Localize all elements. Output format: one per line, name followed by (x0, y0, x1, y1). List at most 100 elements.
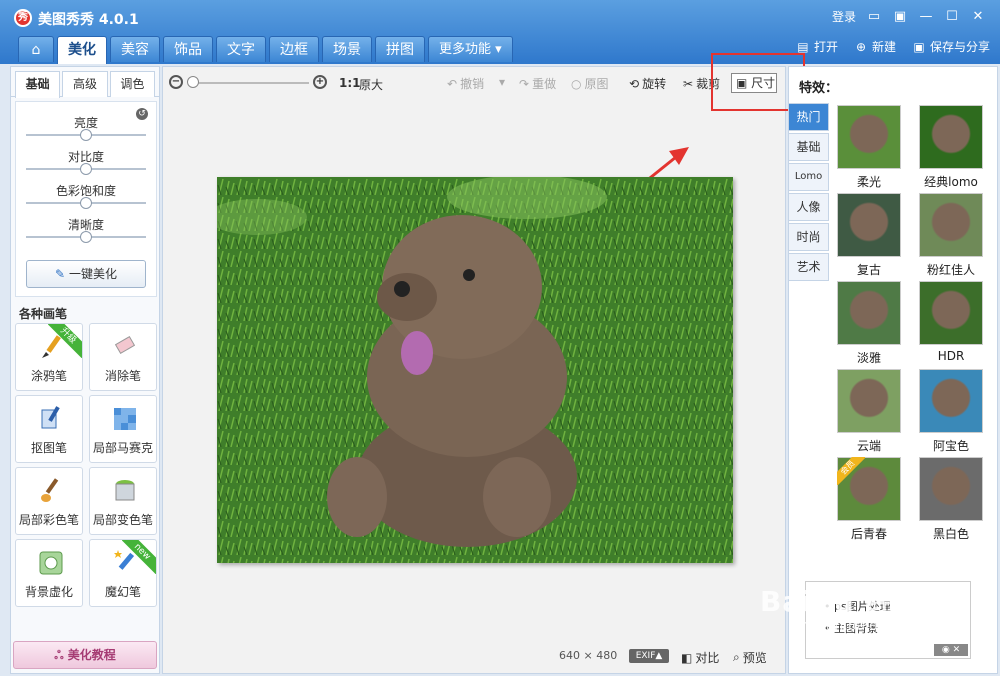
mosaic-pen-label: 局部马赛克 (92, 441, 153, 455)
app-logo-icon: 秀 (14, 9, 32, 27)
rotate-button[interactable]: ⟲ 旋转 (629, 75, 666, 92)
original-size-button[interactable]: 原大 (359, 76, 383, 93)
effect-item[interactable]: 柔光 (831, 105, 907, 193)
effect-thumbnail[interactable] (837, 105, 901, 169)
new-button[interactable]: ⊕ 新建 (854, 38, 896, 55)
save-share-button[interactable]: ▣ 保存与分享 (912, 38, 990, 55)
magic-pen[interactable]: new 魔幻笔 (89, 539, 157, 607)
background-blur-pen[interactable]: 背景虚化 (15, 539, 83, 607)
effect-item[interactable]: 经典lomo (913, 105, 989, 193)
login-link[interactable]: 登录 (832, 8, 856, 25)
effect-label: 复古 (856, 263, 881, 277)
main-nav: ⌂ 美化 美容 饰品 文字 边框 场景 拼图 更多功能 ▾ (18, 36, 513, 64)
effect-thumbnail[interactable] (837, 369, 901, 433)
effect-thumbnail[interactable] (837, 281, 901, 345)
ad-close-icon[interactable]: ◉ ✕ (934, 644, 968, 656)
zoom-slider[interactable] (191, 82, 309, 84)
undo-button[interactable]: ↶ 撤销 (447, 75, 484, 92)
zoom-in-icon[interactable]: + (313, 75, 327, 89)
upgrade-badge: 升级 (48, 324, 82, 358)
effect-item[interactable]: 淡雅 (831, 281, 907, 369)
undo-dropdown[interactable]: ▾ (499, 75, 505, 89)
contrast-knob[interactable] (80, 163, 92, 175)
tab-text[interactable]: 文字 (216, 36, 266, 62)
home-tab[interactable]: ⌂ (18, 36, 54, 62)
sharpness-knob[interactable] (80, 231, 92, 243)
effect-thumbnail[interactable] (919, 281, 983, 345)
top-actions: ▤ 打开 ⊕ 新建 ▣ 保存与分享 (796, 38, 990, 55)
subtab-advanced[interactable]: 高级 (62, 71, 108, 97)
effect-thumbnail[interactable] (919, 457, 983, 521)
one-key-beautify-button[interactable]: ✎ 一键美化 (26, 260, 146, 288)
tab-more[interactable]: 更多功能 ▾ (428, 36, 513, 62)
tab-collage[interactable]: 拼图 (375, 36, 425, 62)
beautify-tutorial-button[interactable]: ஃ 美化教程 (13, 641, 157, 669)
category-art[interactable]: 艺术 (789, 253, 829, 281)
maximize-icon[interactable]: ☐ (944, 9, 960, 25)
effect-item[interactable]: 会员 后青春 (831, 457, 907, 545)
effect-item[interactable]: 黑白色 (913, 457, 989, 545)
effect-thumbnail[interactable] (919, 369, 983, 433)
effect-label: 后青春 (850, 527, 887, 541)
subtab-color[interactable]: 调色 (109, 71, 155, 97)
app-title: 美图秀秀 4.0.1 (38, 12, 139, 28)
zoom-knob[interactable] (187, 76, 199, 88)
category-lomo[interactable]: Lomo (789, 163, 829, 191)
tab-accessories[interactable]: 饰品 (163, 36, 213, 62)
close-icon[interactable]: ✕ (970, 9, 986, 25)
photo-dog (217, 177, 733, 563)
sharpness-slider[interactable] (26, 231, 146, 243)
preview-button[interactable]: ⌕ 预览 (733, 649, 767, 666)
redo-button[interactable]: ↷ 重做 (519, 75, 556, 92)
effect-label: 淡雅 (856, 351, 881, 365)
contrast-slider[interactable] (26, 163, 146, 175)
brightness-slider[interactable] (26, 129, 146, 141)
magic-pen-label: 魔幻笔 (104, 585, 141, 599)
effects-title: 特效： (799, 81, 839, 96)
effect-label: 阿宝色 (932, 439, 969, 453)
skin-icon[interactable]: ▣ (892, 9, 908, 25)
effect-item[interactable]: 云端 (831, 369, 907, 457)
effect-label: 云端 (856, 439, 881, 453)
saturation-knob[interactable] (80, 197, 92, 209)
effect-thumbnail[interactable] (919, 105, 983, 169)
category-fashion[interactable]: 时尚 (789, 223, 829, 251)
category-basic[interactable]: 基础 (789, 133, 829, 161)
doodle-pen[interactable]: 升级 涂鸦笔 (15, 323, 83, 391)
saturation-slider[interactable] (26, 197, 146, 209)
category-portrait[interactable]: 人像 (789, 193, 829, 221)
open-label: 打开 (813, 40, 838, 54)
category-hot[interactable]: 热门 (789, 103, 829, 131)
minimize-icon[interactable]: — (918, 9, 934, 25)
effect-thumbnail[interactable] (837, 193, 901, 257)
color-change-pen[interactable]: 局部变色笔 (89, 467, 157, 535)
compare-button[interactable]: ◧ 对比 (681, 649, 719, 666)
tab-scene[interactable]: 场景 (322, 36, 372, 62)
eraser-pen[interactable]: 消除笔 (89, 323, 157, 391)
tab-beauty[interactable]: 美容 (110, 36, 160, 62)
effect-item[interactable]: HDR (913, 281, 989, 369)
original-image-button[interactable]: ○ 原图 (571, 75, 609, 92)
partial-color-pen[interactable]: 局部彩色笔 (15, 467, 83, 535)
feedback-icon[interactable]: ▭ (866, 9, 882, 25)
brightness-knob[interactable] (80, 129, 92, 141)
tab-frame[interactable]: 边框 (269, 36, 319, 62)
rotate-label: 旋转 (642, 77, 667, 91)
subtab-basic[interactable]: 基础 (15, 71, 61, 98)
effect-label: 粉红佳人 (926, 263, 975, 277)
actual-size-ratio[interactable]: 1:1 (339, 76, 361, 90)
original-label: 原图 (584, 77, 609, 91)
redo-icon: ↷ (519, 76, 530, 91)
effect-thumbnail[interactable] (919, 193, 983, 257)
tab-beautify[interactable]: 美化 (57, 36, 107, 64)
mosaic-icon (114, 408, 136, 430)
mosaic-pen[interactable]: 局部马赛克 (89, 395, 157, 463)
effect-item[interactable]: 复古 (831, 193, 907, 281)
exif-button[interactable]: EXIF▲ (629, 649, 669, 663)
doodle-pen-label: 涂鸦笔 (30, 369, 67, 383)
cutout-pen[interactable]: 抠图笔 (15, 395, 83, 463)
effect-item[interactable]: 阿宝色 (913, 369, 989, 457)
zoom-out-icon[interactable]: − (169, 75, 183, 89)
baidu-watermark-url: jingyan.baidu.com (792, 618, 922, 634)
effect-item[interactable]: 粉红佳人 (913, 193, 989, 281)
